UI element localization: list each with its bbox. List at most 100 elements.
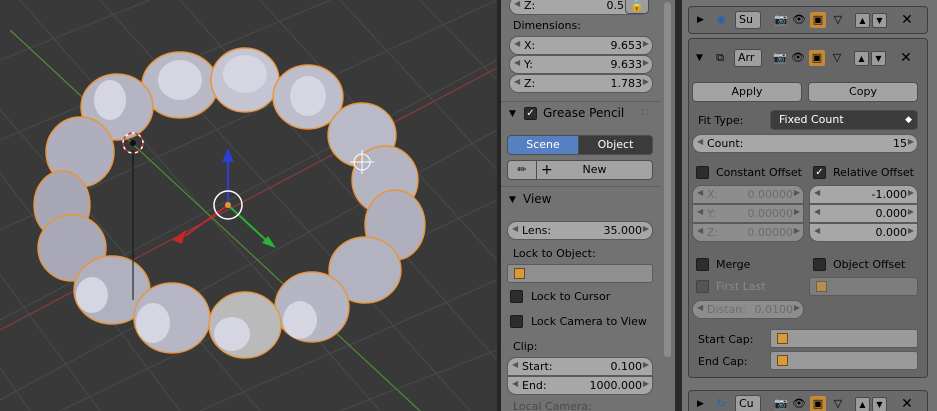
merge-checkbox[interactable] <box>696 258 709 271</box>
close-icon[interactable]: ✕ <box>899 396 915 411</box>
eye-visibility-icon[interactable]: 👁 <box>790 50 806 66</box>
relative-offset-y-field[interactable]: ◀ 0.000 ▶ <box>809 204 918 223</box>
cage-triangle-icon[interactable]: ▽ <box>829 50 845 66</box>
lens-field[interactable]: ◀ Lens: 35.000 ▶ <box>507 221 653 240</box>
decrement-arrow-icon[interactable]: ◀ <box>697 207 703 216</box>
modifier-name-field[interactable]: Su <box>735 11 761 29</box>
tab-object[interactable]: Object <box>578 135 653 155</box>
increment-arrow-icon[interactable]: ▶ <box>643 77 649 86</box>
decrement-arrow-icon[interactable]: ◀ <box>514 77 520 86</box>
move-down-icon[interactable]: ▼ <box>871 51 886 66</box>
decrement-arrow-icon[interactable]: ◀ <box>514 0 520 8</box>
decrement-arrow-icon[interactable]: ◀ <box>514 39 520 48</box>
edit-mode-icon[interactable]: ▣ <box>810 12 826 28</box>
scrollbar-thumb[interactable] <box>664 2 671 357</box>
increment-arrow-icon[interactable]: ▶ <box>643 360 649 369</box>
start-cap-field[interactable] <box>770 329 918 348</box>
object-offset-checkbox[interactable] <box>813 258 826 271</box>
increment-arrow-icon[interactable]: ▶ <box>794 207 800 216</box>
increment-arrow-icon[interactable]: ▶ <box>794 226 800 235</box>
lock-camera-checkbox[interactable] <box>510 315 523 328</box>
camera-render-icon[interactable]: 📷 <box>773 396 789 411</box>
decrement-arrow-icon[interactable]: ◀ <box>697 226 703 235</box>
panel-scrollbar[interactable] <box>661 0 675 411</box>
copy-button[interactable]: Copy <box>808 82 918 102</box>
decrement-arrow-icon[interactable]: ◀ <box>697 137 703 146</box>
increment-arrow-icon[interactable]: ▶ <box>908 137 914 146</box>
constant-offset-y-field[interactable]: ◀ Y: 0.00000 ▶ <box>692 204 804 223</box>
grease-pencil-title[interactable]: Grease Pencil <box>543 106 624 120</box>
constant-offset-checkbox[interactable] <box>696 166 709 179</box>
merge-distance-field[interactable]: ◀ Distan: 0.0100 ▶ <box>692 300 804 319</box>
decrement-arrow-icon[interactable]: ◀ <box>697 188 703 197</box>
lock-object-field[interactable] <box>507 264 653 283</box>
move-up-icon[interactable]: ▲ <box>855 397 870 411</box>
collapsed-triangle-icon[interactable]: ▶ <box>697 15 704 25</box>
clip-end-field[interactable]: ◀ End: 1000.000 ▶ <box>507 376 653 395</box>
collapsed-triangle-icon[interactable]: ▶ <box>697 399 704 409</box>
eye-visibility-icon[interactable]: 👁 <box>791 396 807 411</box>
decrement-arrow-icon[interactable]: ◀ <box>514 58 520 67</box>
constant-offset-x-field[interactable]: ◀ X: 0.00000 ▶ <box>692 185 804 204</box>
modifier-header-cu[interactable]: ▶ ↻ Cu 📷 👁 ▣ ▽ ▲ ▼ ✕ <box>688 390 928 411</box>
modifier-header-array[interactable]: ▼ ⧉ Arr 📷 👁 ▣ ▽ ▲ ▼ ✕ <box>688 45 928 73</box>
modifier-name-field[interactable]: Arr <box>734 49 762 67</box>
increment-arrow-icon[interactable]: ▶ <box>643 224 649 233</box>
edit-mode-icon[interactable]: ▣ <box>809 50 825 66</box>
tab-scene[interactable]: Scene <box>507 135 579 155</box>
close-icon[interactable]: ✕ <box>898 50 914 66</box>
3d-viewport[interactable] <box>0 0 497 411</box>
area-separator[interactable] <box>675 0 682 411</box>
relative-offset-x-field[interactable]: ◀ -1.000 ▶ <box>809 185 918 204</box>
dimension-y-field[interactable]: ◀ Y: 9.633 ▶ <box>509 55 653 74</box>
move-up-icon[interactable]: ▲ <box>855 13 870 28</box>
increment-arrow-icon[interactable]: ▶ <box>643 58 649 67</box>
cage-triangle-icon[interactable]: ▽ <box>830 396 846 411</box>
panel-expanded-icon[interactable]: ▼ <box>509 109 516 119</box>
dimension-x-field[interactable]: ◀ X: 9.653 ▶ <box>509 36 653 55</box>
decrement-arrow-icon[interactable]: ◀ <box>512 360 518 369</box>
panel-expanded-icon[interactable]: ▼ <box>509 195 516 205</box>
decrement-arrow-icon[interactable]: ◀ <box>512 379 518 388</box>
increment-arrow-icon[interactable]: ▶ <box>794 188 800 197</box>
decrement-arrow-icon[interactable]: ◀ <box>697 303 703 312</box>
lock-icon[interactable]: 🔒 <box>625 0 649 14</box>
close-icon[interactable]: ✕ <box>899 12 915 28</box>
new-grease-pencil-button[interactable]: + New <box>536 160 653 180</box>
modifier-header-su[interactable]: ▶ ◉ Su 📷 👁 ▣ ▽ ▲ ▼ ✕ <box>688 6 928 34</box>
view-panel-title[interactable]: View <box>523 192 551 206</box>
lock-to-cursor-checkbox[interactable] <box>510 290 523 303</box>
move-down-icon[interactable]: ▼ <box>872 397 887 411</box>
expanded-triangle-icon[interactable]: ▼ <box>696 53 703 63</box>
clip-start-field[interactable]: ◀ Start: 0.100 ▶ <box>507 357 653 376</box>
relative-offset-z-field[interactable]: ◀ 0.000 ▶ <box>809 223 918 242</box>
cage-triangle-icon[interactable]: ▽ <box>830 12 846 28</box>
apply-button[interactable]: Apply <box>692 82 802 102</box>
increment-arrow-icon[interactable]: ▶ <box>908 226 914 235</box>
camera-render-icon[interactable]: 📷 <box>772 50 788 66</box>
offset-object-field[interactable] <box>809 277 918 296</box>
end-cap-field[interactable] <box>770 351 918 370</box>
move-up-icon[interactable]: ▲ <box>854 51 869 66</box>
increment-arrow-icon[interactable]: ▶ <box>794 303 800 312</box>
camera-render-icon[interactable]: 📷 <box>773 12 789 28</box>
drag-handle-icon[interactable]: ∷ <box>642 106 649 119</box>
first-last-checkbox[interactable] <box>696 280 709 293</box>
fit-type-dropdown[interactable]: Fixed Count ◆ <box>770 110 918 130</box>
modifier-name-field[interactable]: Cu <box>735 395 761 411</box>
decrement-arrow-icon[interactable]: ◀ <box>814 188 820 197</box>
relative-offset-checkbox[interactable]: ✓ <box>813 166 826 179</box>
dimension-z-field[interactable]: ◀ Z: 1.783 ▶ <box>509 74 653 93</box>
increment-arrow-icon[interactable]: ▶ <box>908 207 914 216</box>
increment-arrow-icon[interactable]: ▶ <box>643 39 649 48</box>
count-field[interactable]: ◀ Count: 15 ▶ <box>692 134 918 153</box>
eye-visibility-icon[interactable]: 👁 <box>791 12 807 28</box>
increment-arrow-icon[interactable]: ▶ <box>643 379 649 388</box>
decrement-arrow-icon[interactable]: ◀ <box>814 226 820 235</box>
constant-offset-z-field[interactable]: ◀ Z: 0.00000 ▶ <box>692 223 804 242</box>
grease-pencil-checkbox[interactable]: ✓ <box>524 107 537 120</box>
decrement-arrow-icon[interactable]: ◀ <box>814 207 820 216</box>
increment-arrow-icon[interactable]: ▶ <box>908 188 914 197</box>
pencil-icon[interactable]: ✏ <box>507 160 537 180</box>
edit-mode-icon[interactable]: ▣ <box>810 396 826 411</box>
